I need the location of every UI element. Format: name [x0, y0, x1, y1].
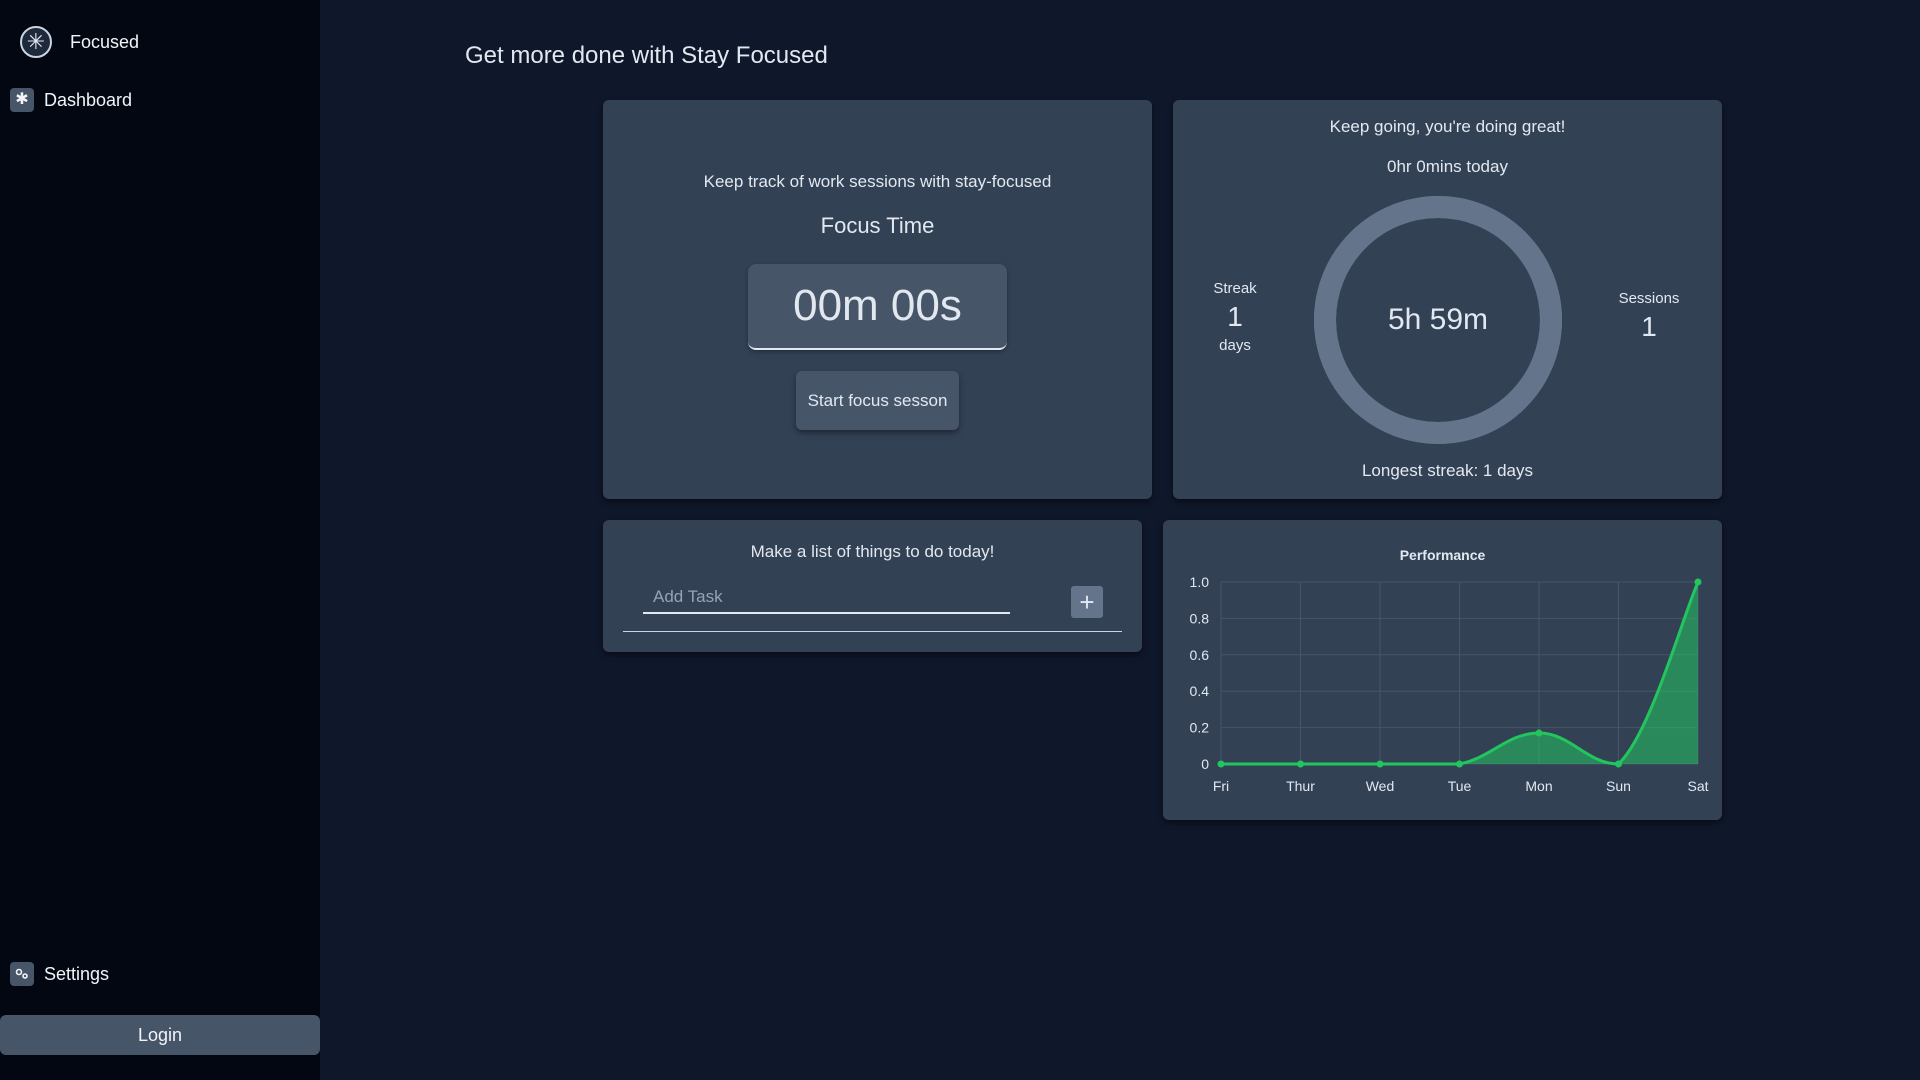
- sessions-label: Sessions: [1618, 290, 1680, 307]
- data-point: [1217, 760, 1225, 768]
- encouragement-text: Keep going, you're doing great!: [1329, 117, 1566, 136]
- x-tick-label: Sat: [1687, 778, 1708, 794]
- y-tick-label: 0.8: [1190, 610, 1210, 626]
- timer-subtitle: Keep track of work sessions with stay-fo…: [703, 172, 1052, 191]
- sidebar-item-label: Settings: [44, 963, 110, 984]
- progress-ring: 5h 59m: [1314, 196, 1562, 444]
- gears-icon: [10, 962, 34, 986]
- timer-display: 00m 00s: [748, 264, 1007, 350]
- today-total: 0hr 0mins today: [1387, 157, 1508, 176]
- x-tick-label: Wed: [1366, 778, 1395, 794]
- x-tick-label: Sun: [1606, 778, 1631, 794]
- streak-stat: Streak 1 days: [1175, 280, 1295, 354]
- add-task-input[interactable]: [643, 582, 1010, 614]
- streak-label: Streak: [1213, 280, 1257, 297]
- sessions-stat: Sessions 1: [1589, 290, 1709, 343]
- data-point: [1694, 578, 1702, 586]
- chart-title: Performance: [1400, 547, 1486, 563]
- y-tick-label: 0.6: [1190, 647, 1210, 663]
- x-tick-label: Thur: [1286, 778, 1315, 794]
- start-focus-session-button[interactable]: Start focus sesson: [796, 371, 959, 430]
- sidebar: ✳ Focused ✱ Dashboard Settings Login: [0, 0, 320, 1080]
- streak-value: 1: [1227, 301, 1243, 332]
- performance-chart: Performance 0 0.2 0.4 0.6 0.8 1.0 Fri Thur Wed Tu…: [1190, 547, 1709, 794]
- plus-icon: +: [1079, 587, 1095, 617]
- data-point: [1456, 760, 1463, 768]
- timer-heading: Focus Time: [820, 213, 935, 238]
- y-tick-label: 0.4: [1190, 683, 1210, 699]
- snowflake-icon: ✳: [20, 26, 52, 58]
- add-task-button[interactable]: +: [1071, 586, 1103, 618]
- data-point: [1376, 760, 1384, 768]
- todo-divider: [623, 631, 1122, 632]
- snowflake-icon: ✱: [10, 88, 34, 112]
- data-point: [1615, 760, 1622, 768]
- sidebar-item-settings[interactable]: Settings: [10, 962, 109, 986]
- focus-timer-card: Keep track of work sessions with stay-fo…: [603, 100, 1152, 499]
- y-tick-label: 0: [1201, 756, 1209, 772]
- y-tick-label: 0.2: [1190, 720, 1210, 736]
- data-point: [1297, 760, 1304, 768]
- stats-card: Keep going, you're doing great! 0hr 0min…: [1173, 100, 1722, 499]
- longest-streak: Longest streak: 1 days: [1361, 461, 1534, 480]
- y-tick-label: 1.0: [1190, 574, 1210, 590]
- todo-card: Make a list of things to do today! +: [603, 520, 1142, 652]
- sidebar-item-label: Dashboard: [44, 89, 133, 110]
- todo-prompt: Make a list of things to do today!: [750, 542, 995, 561]
- data-point: [1535, 729, 1543, 737]
- brand-label: Focused: [70, 31, 140, 52]
- x-tick-label: Fri: [1213, 778, 1229, 794]
- brand[interactable]: ✳ Focused: [20, 26, 139, 58]
- sidebar-item-dashboard[interactable]: ✱ Dashboard: [10, 88, 132, 112]
- login-button[interactable]: Login: [0, 1015, 320, 1055]
- x-tick-label: Tue: [1448, 778, 1472, 794]
- performance-card: Performance 0 0.2 0.4 0.6 0.8 1.0 Fri Thur Wed Tu…: [1163, 520, 1722, 820]
- streak-unit: days: [1219, 337, 1251, 354]
- page-title: Get more done with Stay Focused: [465, 42, 828, 69]
- x-tick-label: Mon: [1525, 778, 1552, 794]
- ring-value: 5h 59m: [1388, 303, 1488, 336]
- sessions-value: 1: [1641, 311, 1657, 342]
